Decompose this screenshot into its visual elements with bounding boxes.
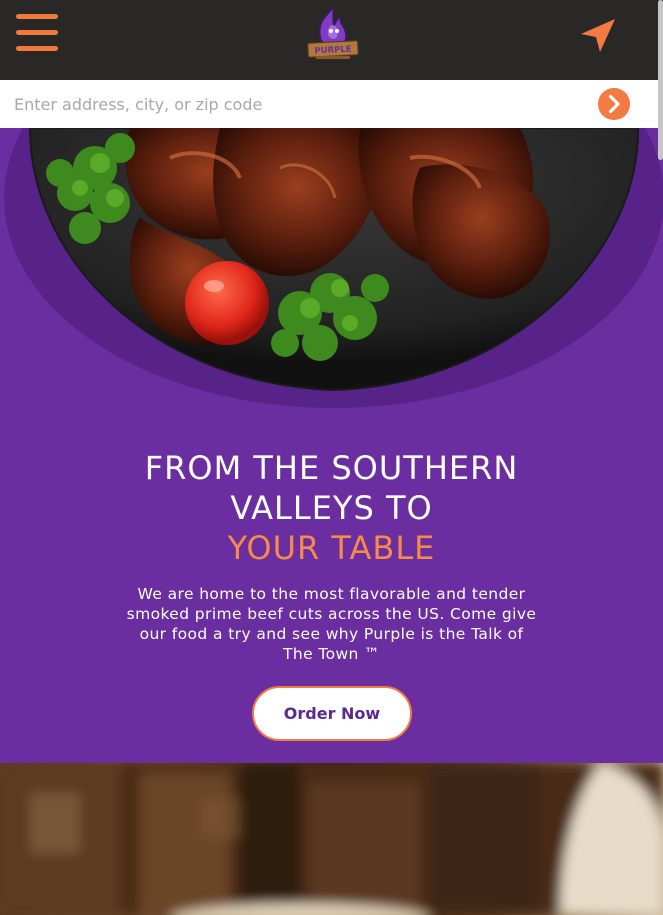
restaurant-interior-image — [0, 763, 663, 915]
chevron-right-icon[interactable] — [598, 88, 630, 120]
hero-headline: FROM THE SOUTHERN VALLEYS TO YOUR TABLE — [0, 448, 663, 568]
top-navigation-bar: PURPLE — [0, 0, 663, 160]
address-search-bar — [0, 80, 663, 128]
headline-accent: YOUR TABLE — [227, 529, 436, 567]
scrollbar-thumb[interactable] — [658, 0, 663, 160]
menu-line — [16, 30, 58, 35]
headline-line-1: FROM THE SOUTHERN — [144, 449, 519, 487]
menu-line — [16, 46, 58, 51]
restaurant-photo-section — [0, 763, 663, 915]
menu-line — [16, 14, 58, 19]
hero-description: We are home to the most flavorable and t… — [126, 585, 537, 663]
order-now-button[interactable]: Order Now — [252, 686, 412, 741]
logo-wordmark: PURPLE — [314, 45, 352, 57]
hamburger-menu-icon[interactable] — [16, 14, 58, 52]
purple-logo[interactable]: PURPLE — [302, 4, 364, 66]
navigation-arrow-icon[interactable] — [578, 17, 618, 55]
address-search-input[interactable] — [14, 88, 574, 120]
headline-line-2: VALLEYS TO — [230, 489, 433, 527]
hero-section: FROM THE SOUTHERN VALLEYS TO YOUR TABLE … — [0, 128, 663, 763]
grilled-ribs-plate-image — [4, 128, 663, 408]
